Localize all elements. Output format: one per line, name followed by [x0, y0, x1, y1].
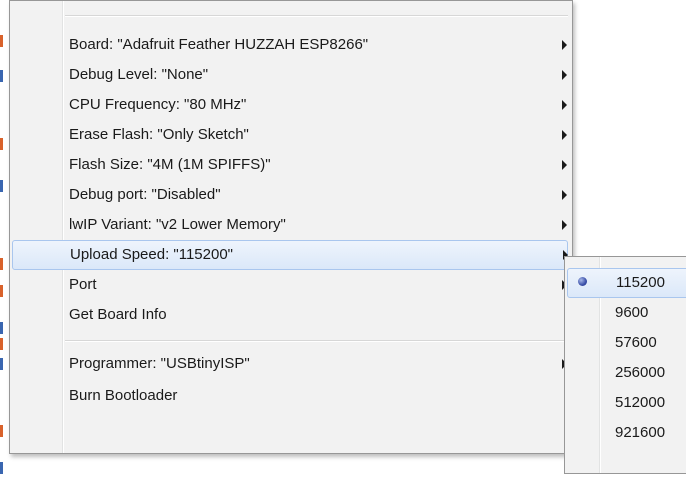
editor-mark [0, 258, 3, 270]
menu-item-board[interactable]: Board: "Adafruit Feather HUZZAH ESP8266" [10, 30, 568, 60]
submenu-item-label: 256000 [615, 364, 666, 381]
menu-item-lwip-variant[interactable]: lwIP Variant: "v2 Lower Memory" [10, 210, 568, 240]
submenu-arrow-icon [562, 70, 567, 80]
menu-separator [65, 340, 568, 342]
submenu-arrow-icon [562, 100, 567, 110]
submenu-arrow-icon [562, 190, 567, 200]
menu-item-debug-port[interactable]: Debug port: "Disabled" [10, 180, 568, 210]
submenu-arrow-icon [562, 130, 567, 140]
editor-mark [0, 425, 3, 437]
submenu-item-label: 512000 [615, 394, 666, 411]
submenu-arrow-icon [562, 160, 567, 170]
radio-selected-icon [578, 277, 587, 286]
menu-item-label: lwIP Variant: "v2 Lower Memory" [69, 216, 286, 233]
editor-mark [0, 180, 3, 192]
editor-mark [0, 338, 3, 350]
menu-item-label: Debug Level: "None" [69, 66, 209, 83]
tools-menu: Board: "Adafruit Feather HUZZAH ESP8266"… [9, 0, 573, 454]
submenu-item-57600[interactable]: 57600 [565, 328, 686, 358]
submenu-arrow-icon [562, 220, 567, 230]
menu-item-label: Upload Speed: "115200" [70, 246, 234, 263]
menu-item-label: Debug port: "Disabled" [69, 186, 221, 203]
editor-mark [0, 462, 3, 474]
submenu-item-label: 9600 [615, 304, 649, 321]
menu-item-label: Erase Flash: "Only Sketch" [69, 126, 249, 143]
menu-item-programmer[interactable]: Programmer: "USBtinyISP" [10, 349, 568, 379]
editor-mark [0, 138, 3, 150]
menu-item-debug-level[interactable]: Debug Level: "None" [10, 60, 568, 90]
menu-item-upload-speed[interactable]: Upload Speed: "115200" [12, 240, 568, 270]
menu-item-label: Board: "Adafruit Feather HUZZAH ESP8266" [69, 36, 369, 53]
submenu-item-512000[interactable]: 512000 [565, 388, 686, 418]
editor-mark [0, 358, 3, 370]
submenu-item-label: 57600 [615, 334, 657, 351]
submenu-arrow-icon [562, 40, 567, 50]
editor-mark [0, 35, 3, 47]
menu-item-label: Get Board Info [69, 306, 167, 323]
submenu-item-115200[interactable]: 115200 [567, 268, 686, 298]
menu-item-burn-bootloader[interactable]: Burn Bootloader [10, 381, 568, 411]
editor-mark [0, 70, 3, 82]
menu-item-port[interactable]: Port [10, 270, 568, 300]
menu-item-cpu-frequency[interactable]: CPU Frequency: "80 MHz" [10, 90, 568, 120]
submenu-item-256000[interactable]: 256000 [565, 358, 686, 388]
menu-separator [65, 15, 568, 17]
menu-item-label: Burn Bootloader [69, 387, 178, 404]
menu-item-erase-flash[interactable]: Erase Flash: "Only Sketch" [10, 120, 568, 150]
submenu-item-label: 115200 [616, 274, 665, 291]
menu-item-get-board-info[interactable]: Get Board Info [10, 300, 568, 330]
editor-mark [0, 285, 3, 297]
submenu-item-921600[interactable]: 921600 [565, 418, 686, 448]
menu-item-label: CPU Frequency: "80 MHz" [69, 96, 247, 113]
menu-item-label: Flash Size: "4M (1M SPIFFS)" [69, 156, 271, 173]
menu-item-label: Programmer: "USBtinyISP" [69, 355, 250, 372]
editor-mark [0, 322, 3, 334]
menu-item-label: Port [69, 276, 97, 293]
submenu-item-label: 921600 [615, 424, 666, 441]
upload-speed-submenu: 115200 9600 57600 256000 512000 921600 [564, 256, 686, 474]
menu-item-flash-size[interactable]: Flash Size: "4M (1M SPIFFS)" [10, 150, 568, 180]
submenu-item-9600[interactable]: 9600 [565, 298, 686, 328]
